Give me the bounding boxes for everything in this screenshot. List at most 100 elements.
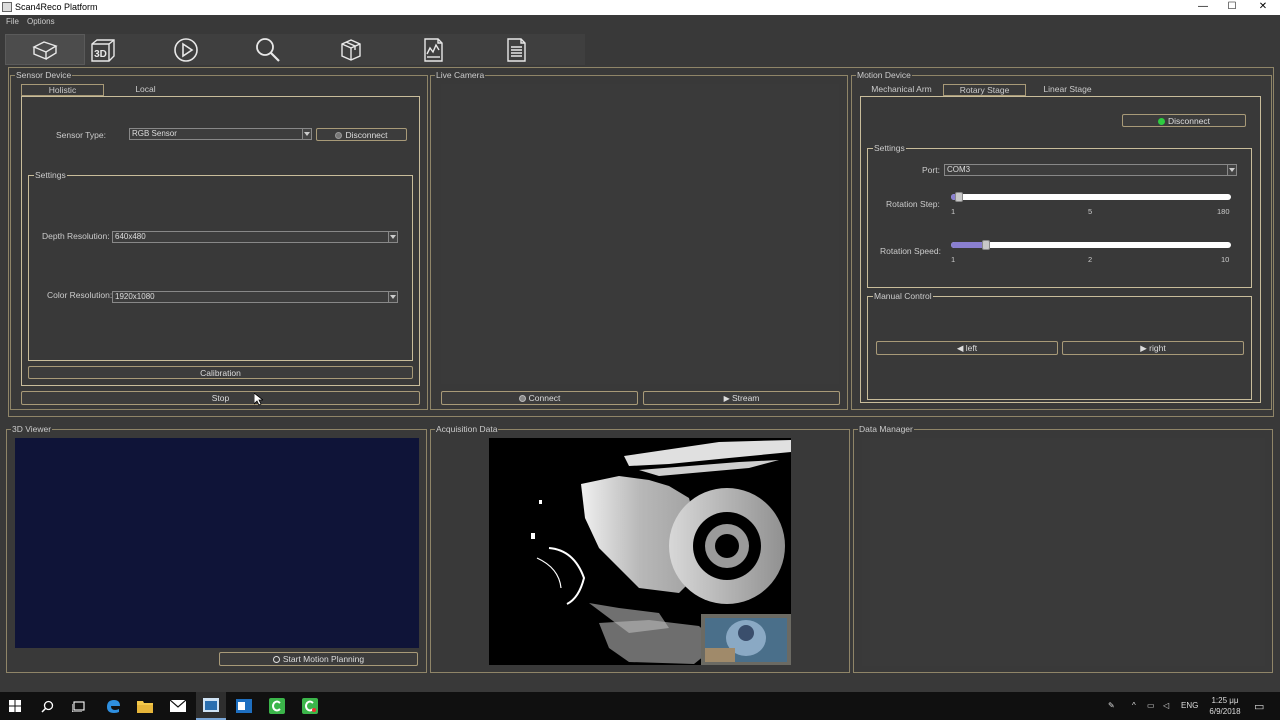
rotation-step-handle[interactable] bbox=[955, 192, 963, 202]
calibration-button[interactable]: Calibration bbox=[28, 366, 413, 379]
system-clock[interactable]: 1:25 μμ 6/9/2018 bbox=[1205, 695, 1245, 717]
color-resolution-label: Color Resolution: bbox=[47, 290, 113, 300]
camera-stream-button[interactable]: ▶ Stream bbox=[643, 391, 840, 405]
status-dot-icon bbox=[1157, 118, 1165, 125]
toolbar-report-button[interactable] bbox=[476, 34, 556, 65]
rotation-step-max: 180 bbox=[1217, 207, 1230, 216]
sensor-disconnect-button[interactable]: Disconnect bbox=[316, 128, 407, 141]
toolbar-3d-button[interactable]: 3D bbox=[63, 34, 143, 65]
maximize-button[interactable]: ☐ bbox=[1217, 0, 1247, 15]
app-icon bbox=[2, 2, 12, 12]
toolbar-play-button[interactable] bbox=[146, 34, 226, 65]
pen-workspace-icon[interactable]: ✎ bbox=[1108, 701, 1115, 710]
tab-rotary-stage[interactable]: Rotary Stage bbox=[943, 84, 1026, 96]
sensor-settings-group: Settings Depth Resolution: 640x480 Color… bbox=[28, 170, 413, 361]
language-indicator[interactable]: ENG bbox=[1181, 701, 1198, 710]
window-title: Scan4Reco Platform bbox=[15, 2, 98, 12]
sensor-type-select[interactable]: RGB Sensor bbox=[129, 128, 312, 140]
motion-disconnect-button[interactable]: Disconnect bbox=[1122, 114, 1246, 127]
edge-icon bbox=[107, 700, 120, 713]
color-resolution-value: 1920x1080 bbox=[115, 292, 155, 301]
tab-mechanical-arm[interactable]: Mechanical Arm bbox=[860, 84, 943, 96]
stop-button[interactable]: Stop bbox=[21, 391, 420, 405]
3d-viewer-title: 3D Viewer bbox=[11, 424, 53, 435]
mail-icon bbox=[170, 700, 186, 712]
data-manager-title: Data Manager bbox=[858, 424, 914, 435]
rotate-right-button[interactable]: ▶ right bbox=[1062, 341, 1244, 355]
menu-file[interactable]: File bbox=[6, 17, 19, 26]
rotation-step-label: Rotation Step: bbox=[886, 199, 940, 209]
live-camera-view bbox=[441, 84, 839, 384]
rotation-speed-mid: 2 bbox=[1088, 255, 1093, 264]
rotation-step-slider[interactable] bbox=[951, 192, 1231, 202]
main-toolbar: 3D bbox=[0, 29, 1280, 67]
svg-text:3D: 3D bbox=[94, 49, 107, 60]
data-manager-list[interactable] bbox=[862, 438, 1265, 666]
show-hidden-icons[interactable]: ^ bbox=[1132, 701, 1136, 710]
sensor-type-label: Sensor Type: bbox=[56, 130, 106, 140]
toolbar-chart-document-button[interactable] bbox=[393, 34, 473, 65]
taskbar-scan4reco[interactable] bbox=[196, 692, 226, 720]
rotation-speed-max: 10 bbox=[1221, 255, 1230, 264]
camtasia-recorder-icon bbox=[302, 698, 318, 714]
camera-connect-button[interactable]: Connect bbox=[441, 391, 638, 405]
taskbar-search-button[interactable] bbox=[32, 692, 62, 720]
tab-linear-stage[interactable]: Linear Stage bbox=[1026, 84, 1109, 96]
chart-document-icon bbox=[424, 37, 443, 62]
start-icon bbox=[9, 700, 21, 712]
minimize-button[interactable]: — bbox=[1188, 0, 1218, 15]
package-icon bbox=[341, 38, 361, 61]
toolbar-package-button[interactable] bbox=[311, 34, 391, 65]
sensor-settings-title: Settings bbox=[34, 170, 67, 181]
sensor-type-value: RGB Sensor bbox=[132, 129, 177, 138]
start-button[interactable] bbox=[0, 692, 30, 720]
triangle-right-icon: ▶ bbox=[1140, 343, 1150, 353]
depth-resolution-select[interactable]: 640x480 bbox=[112, 231, 398, 243]
taskbar-outlook[interactable] bbox=[229, 692, 259, 720]
sensor-device-panel: Sensor Device Holistic Local Sensor Type… bbox=[10, 70, 428, 410]
radio-dot-icon bbox=[518, 395, 526, 402]
taskbar-camtasia-recorder[interactable] bbox=[295, 692, 325, 720]
live-camera-title: Live Camera bbox=[435, 70, 486, 81]
toolbar-search-button[interactable] bbox=[228, 34, 308, 65]
holistic-tab-content: Sensor Type: RGB Sensor Disconnect Setti… bbox=[21, 96, 420, 386]
taskbar-mail[interactable] bbox=[163, 692, 193, 720]
tab-local[interactable]: Local bbox=[104, 84, 187, 96]
depth-resolution-value: 640x480 bbox=[115, 232, 146, 241]
tab-holistic[interactable]: Holistic bbox=[21, 84, 104, 96]
play-icon: ▶ bbox=[723, 394, 732, 403]
3d-icon: 3D bbox=[91, 38, 115, 62]
notifications-icon[interactable]: ▭ bbox=[1254, 700, 1264, 713]
circle-icon bbox=[272, 656, 280, 663]
windows-taskbar: ✎ ^ ▭ ◁ ENG 1:25 μμ 6/9/2018 ▭ bbox=[0, 692, 1280, 720]
acquisition-data-title: Acquisition Data bbox=[435, 424, 499, 435]
volume-icon[interactable]: ◁ bbox=[1163, 701, 1169, 710]
radio-dot-icon bbox=[335, 132, 343, 139]
manual-control-group: Manual Control ◀ left ▶ right bbox=[867, 291, 1252, 400]
close-button[interactable]: ✕ bbox=[1248, 0, 1278, 15]
port-value: COM3 bbox=[947, 165, 971, 174]
menu-options[interactable]: Options bbox=[27, 17, 55, 26]
triangle-left-icon: ◀ bbox=[956, 343, 966, 353]
rotate-left-button[interactable]: ◀ left bbox=[876, 341, 1058, 355]
outlook-icon bbox=[236, 699, 252, 713]
rotation-step-mid: 5 bbox=[1088, 207, 1093, 216]
taskbar-file-explorer[interactable] bbox=[130, 692, 160, 720]
color-resolution-select[interactable]: 1920x1080 bbox=[112, 291, 398, 303]
camtasia-icon bbox=[269, 698, 285, 714]
port-select[interactable]: COM3 bbox=[944, 164, 1237, 176]
search-icon bbox=[256, 37, 280, 62]
task-view-button[interactable] bbox=[64, 692, 94, 720]
taskbar-edge[interactable] bbox=[98, 692, 128, 720]
rotation-speed-slider[interactable] bbox=[951, 240, 1231, 250]
taskbar-camtasia[interactable] bbox=[262, 692, 292, 720]
clock-time: 1:25 μμ bbox=[1211, 696, 1239, 705]
motion-settings-group: Settings Port: COM3 Rotation Step: 1 5 1… bbox=[867, 143, 1252, 288]
depth-resolution-label: Depth Resolution: bbox=[42, 231, 110, 241]
rotation-speed-handle[interactable] bbox=[982, 240, 990, 250]
3d-viewer-canvas[interactable] bbox=[15, 438, 419, 648]
task-view-icon bbox=[72, 701, 85, 712]
network-icon[interactable]: ▭ bbox=[1147, 701, 1155, 710]
scan4reco-app-icon bbox=[203, 698, 219, 712]
start-motion-planning-button[interactable]: Start Motion Planning bbox=[219, 652, 418, 666]
